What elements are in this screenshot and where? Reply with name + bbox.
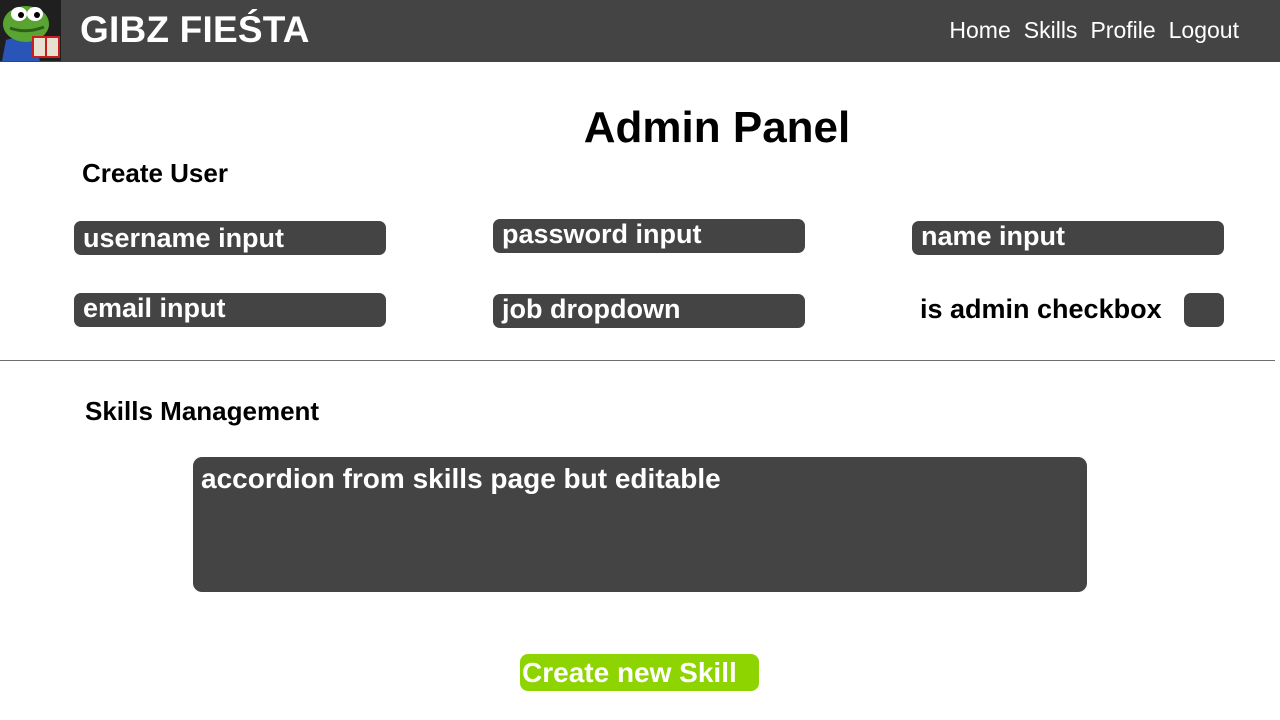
frog-logo-icon[interactable] <box>0 0 61 61</box>
job-dropdown[interactable]: job dropdown <box>493 294 805 328</box>
is-admin-checkbox[interactable] <box>1184 293 1224 327</box>
nav-home-link[interactable]: Home <box>949 17 1010 44</box>
nav-logout-link[interactable]: Logout <box>1169 17 1239 44</box>
skills-management-heading: Skills Management <box>85 396 320 426</box>
app-brand-title: GIBZ FIEŚTA <box>80 9 310 50</box>
email-input[interactable]: email input <box>74 293 386 327</box>
main-nav: Home Skills Profile Logout <box>949 17 1239 44</box>
nav-skills-link[interactable]: Skills <box>1024 17 1078 44</box>
skills-accordion-label: accordion from skills page but editable <box>201 463 721 494</box>
page-title: Admin Panel <box>583 103 851 152</box>
password-input[interactable]: password input <box>493 219 805 253</box>
username-input[interactable]: username input <box>74 221 386 255</box>
create-user-heading: Create User <box>82 158 228 188</box>
section-divider <box>0 360 1275 361</box>
skills-accordion[interactable]: accordion from skills page but editable <box>193 457 1087 592</box>
top-navigation-bar: GIBZ FIEŚTA Home Skills Profile Logout <box>0 0 1280 62</box>
is-admin-label: is admin checkbox <box>920 294 1162 324</box>
name-input[interactable]: name input <box>912 221 1224 255</box>
nav-profile-link[interactable]: Profile <box>1090 17 1155 44</box>
create-new-skill-button[interactable]: Create new Skill <box>520 654 759 691</box>
